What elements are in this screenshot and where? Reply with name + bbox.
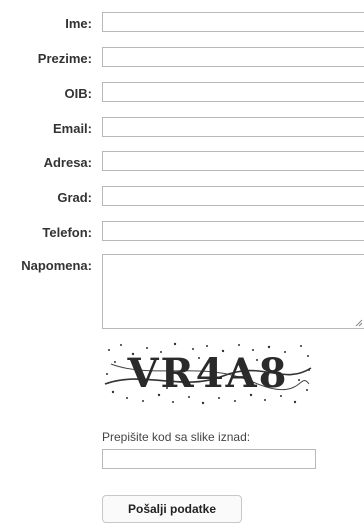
captcha-image: VR4A8 <box>103 340 313 406</box>
field-oib-input[interactable] <box>102 82 364 102</box>
field-oib-row: OIB: <box>0 82 364 106</box>
field-grad-label: Grad: <box>57 190 92 205</box>
napomena-textarea[interactable] <box>102 254 364 329</box>
field-adresa-row: Adresa: <box>0 151 364 175</box>
field-prezime-row: Prezime: <box>0 47 364 71</box>
submit-button[interactable]: Pošalji podatke <box>102 495 242 523</box>
field-grad-row: Grad: <box>0 186 364 210</box>
captcha-code: VR4A8 <box>127 350 289 397</box>
field-email-label: Email: <box>52 121 92 136</box>
field-ime-row: Ime: <box>0 12 364 36</box>
field-adresa-input[interactable] <box>102 151 364 171</box>
resize-grip-icon[interactable] <box>355 319 363 327</box>
field-prezime-input[interactable] <box>102 47 364 67</box>
field-adresa-label: Adresa: <box>43 155 92 170</box>
field-oib-label: OIB: <box>64 86 92 101</box>
field-telefon-label: Telefon: <box>42 225 92 240</box>
field-telefon-row: Telefon: <box>0 221 364 245</box>
field-ime-input[interactable] <box>102 12 364 32</box>
field-ime-label: Ime: <box>65 16 92 31</box>
field-email-row: Email: <box>0 117 364 141</box>
field-prezime-label: Prezime: <box>37 51 92 66</box>
field-grad-input[interactable] <box>102 186 364 206</box>
captcha-input[interactable] <box>102 449 316 469</box>
captcha-hint: Prepišite kod sa slike iznad: <box>102 430 251 444</box>
field-email-input[interactable] <box>102 117 364 137</box>
field-telefon-input[interactable] <box>102 221 364 241</box>
field-napomena-label: Napomena: <box>21 258 92 273</box>
